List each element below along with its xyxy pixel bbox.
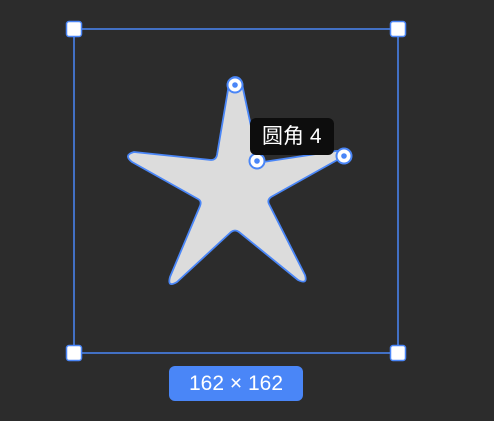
corner-radius-tooltip: 圆角 4 [250, 118, 334, 155]
star-shape[interactable] [127, 76, 345, 286]
design-canvas[interactable] [0, 0, 494, 416]
inner-radius-handle[interactable] [335, 147, 353, 165]
dimension-badge: 162 × 162 [169, 366, 303, 401]
resize-handle-bottom-left[interactable] [65, 344, 83, 362]
resize-handle-top-right[interactable] [389, 20, 407, 38]
resize-handle-bottom-right[interactable] [389, 344, 407, 362]
corner-radius-handle[interactable] [248, 152, 266, 170]
resize-handle-top-left[interactable] [65, 20, 83, 38]
star-point-handle[interactable] [226, 76, 244, 94]
